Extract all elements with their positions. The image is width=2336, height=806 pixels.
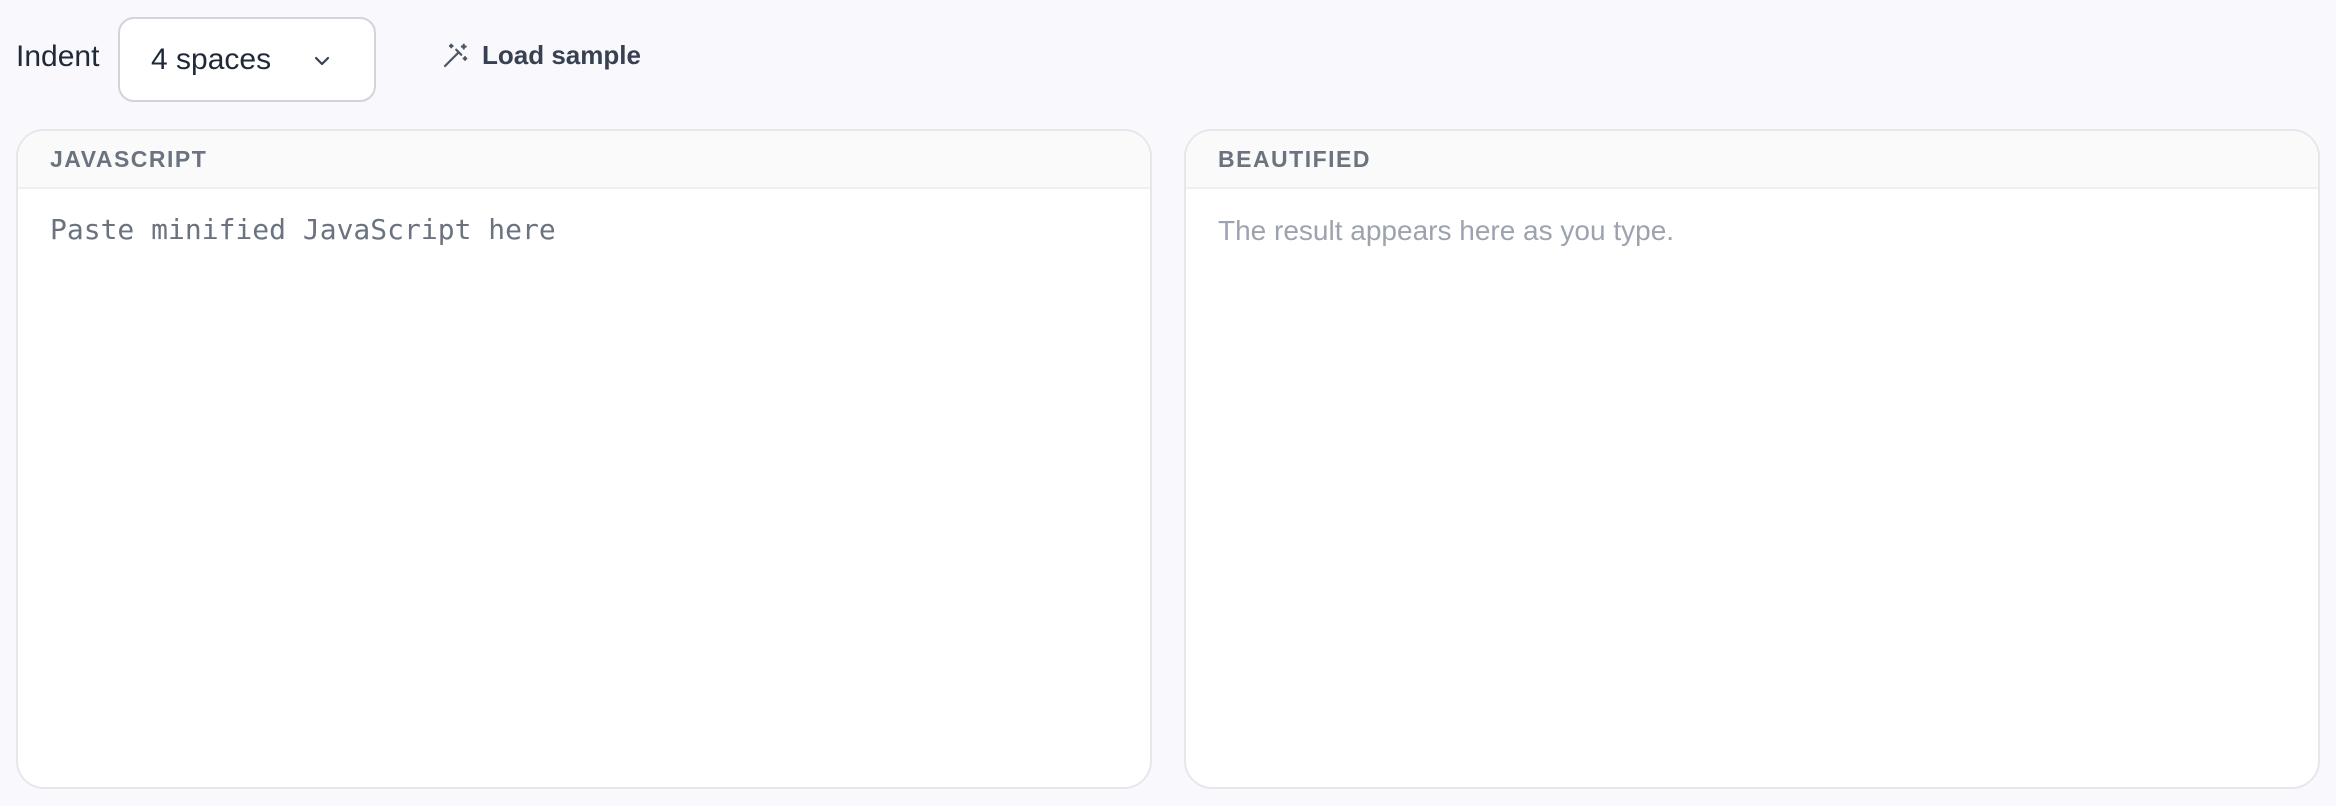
javascript-panel-header: JAVASCRIPT: [18, 131, 1150, 189]
load-sample-button[interactable]: Load sample: [440, 40, 641, 71]
chevron-down-icon: [314, 56, 330, 66]
indent-select-value: 4 spaces: [151, 42, 272, 76]
magic-wand-icon: [443, 43, 468, 67]
indent-select[interactable]: 4 spaces: [118, 17, 376, 102]
javascript-input[interactable]: [18, 189, 1150, 787]
load-sample-label: Load sample: [482, 40, 641, 70]
javascript-panel: JAVASCRIPT: [16, 129, 1152, 789]
toolbar: Indent 4 spaces Load sample: [0, 0, 2336, 128]
beautified-panel: BEAUTIFIED The result appears here as yo…: [1184, 129, 2320, 789]
beautified-output: The result appears here as you type.: [1218, 215, 1675, 246]
beautified-panel-header: BEAUTIFIED: [1186, 131, 2318, 189]
indent-label: Indent: [16, 40, 100, 73]
